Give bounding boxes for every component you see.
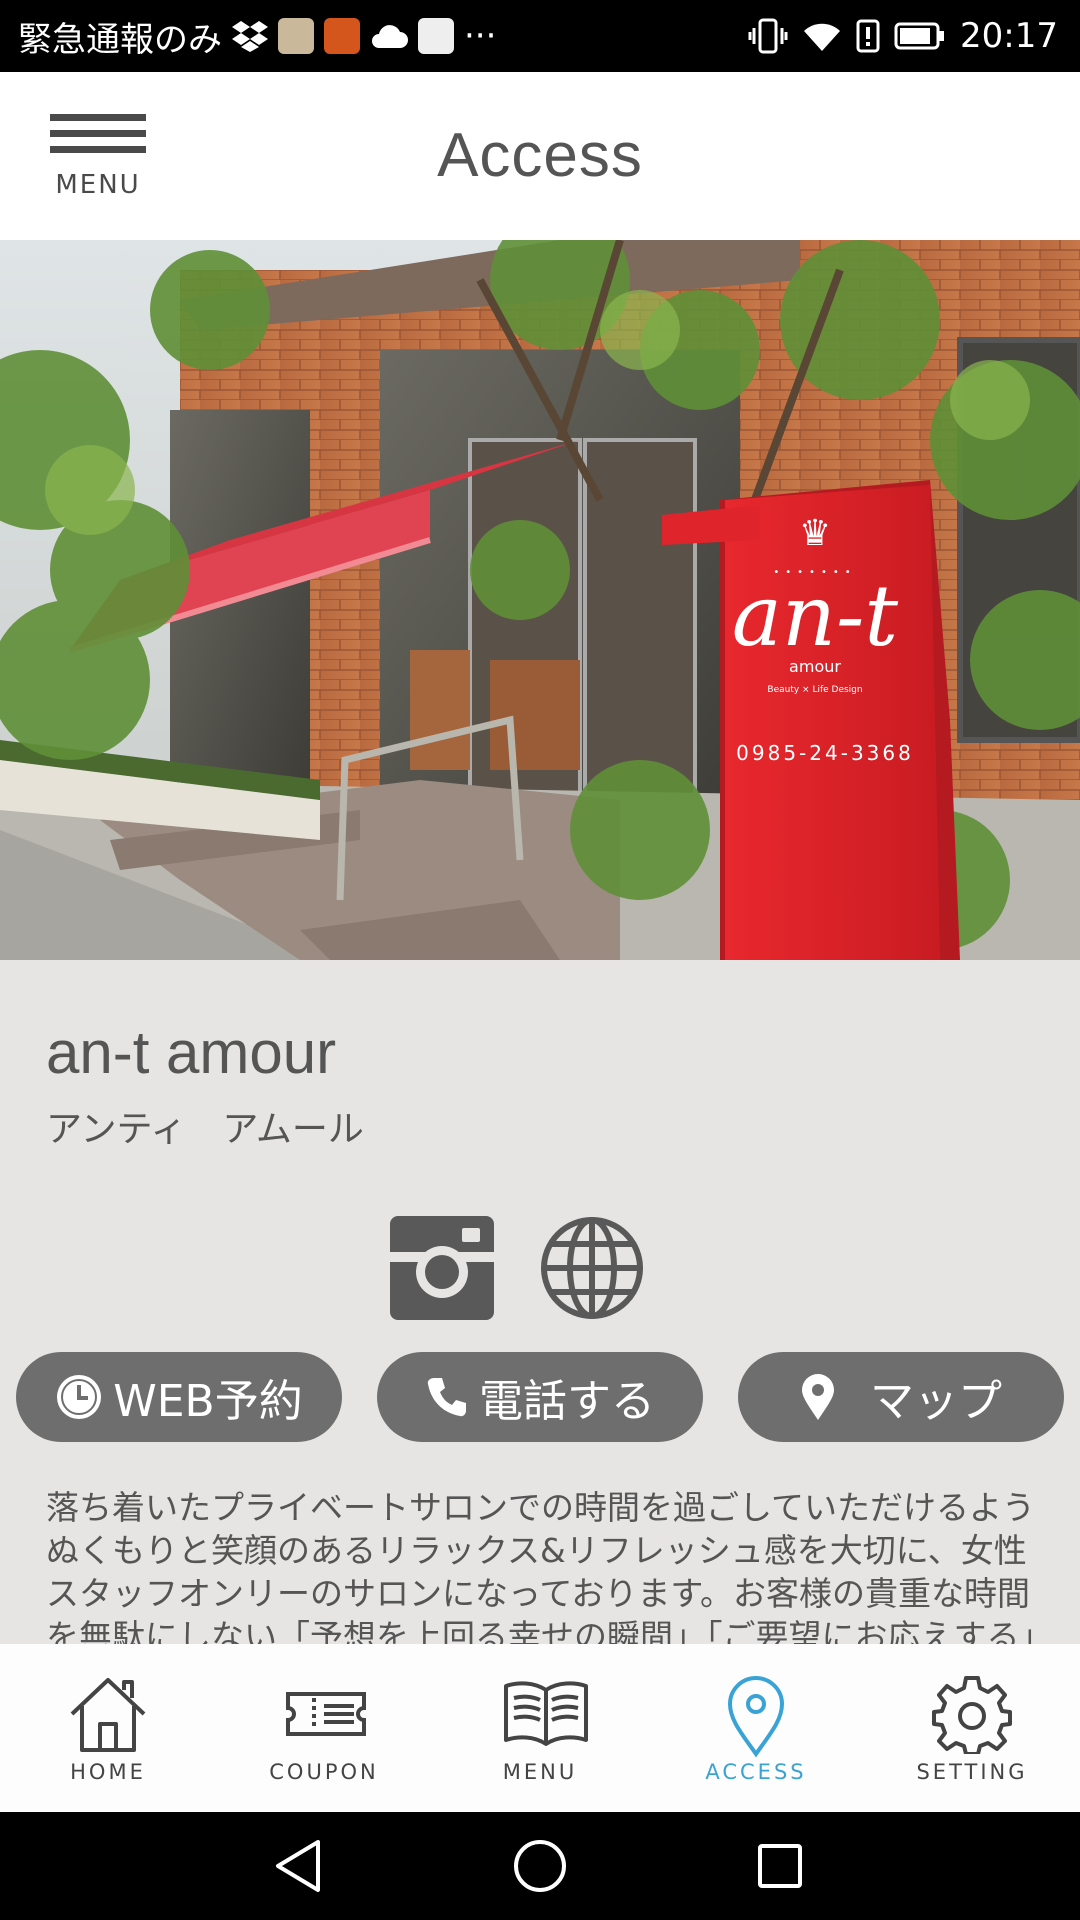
sign-brand-text: an-t <box>732 567 899 665</box>
sign-phone-text: 0985-24-3368 <box>736 741 914 765</box>
allure-app-icon <box>278 18 314 54</box>
sign-sub-text: amour <box>789 657 841 676</box>
sign-tagline-text: Beauty × Life Design <box>767 685 862 695</box>
shop-name: an-t amour <box>46 1019 337 1086</box>
shop-info-panel: an-t amour アンティ アムール WEB予約 電話する マップ 落ち着い… <box>0 960 1080 1644</box>
book-icon <box>504 1681 588 1746</box>
svg-text:♛: ♛ <box>799 513 831 554</box>
bottom-tab-bar: HOME COUPON MENU ACCESS SETTING <box>0 1644 1080 1812</box>
status-bar: 緊急通報のみ ··· 20:17 <box>0 0 1080 72</box>
salon-storefront-photo: ♛ ••••••• an-t amour Beauty × Life Desig… <box>0 240 1080 960</box>
app-header: MENU Access <box>0 72 1080 240</box>
web-reserve-label: WEB予約 <box>113 1376 303 1427</box>
tab-setting-label: SETTING <box>916 1760 1028 1784</box>
tab-home-label: HOME <box>70 1760 146 1784</box>
tab-home[interactable]: HOME <box>0 1644 216 1812</box>
lekiya-app-icon <box>418 18 454 54</box>
gear-icon <box>932 1676 1012 1754</box>
battery-icon <box>894 22 945 50</box>
home-icon <box>70 1678 146 1752</box>
wifi-icon <box>804 23 841 51</box>
coupon-icon <box>286 1692 366 1736</box>
instagram-button[interactable] <box>390 1216 494 1320</box>
tab-setting[interactable]: SETTING <box>864 1644 1080 1812</box>
website-button[interactable] <box>540 1216 644 1320</box>
recents-nav-icon[interactable] <box>748 1834 812 1898</box>
location-pin-icon <box>727 1676 785 1758</box>
home-nav-icon[interactable] <box>508 1834 572 1898</box>
tab-access[interactable]: ACCESS <box>648 1644 864 1812</box>
alert-icon <box>856 19 880 53</box>
status-bar-right: 20:17 <box>748 0 1058 72</box>
phone-icon <box>427 1378 466 1417</box>
dropbox-icon <box>232 21 268 52</box>
tab-coupon-label: COUPON <box>269 1760 379 1784</box>
shop-name-kana: アンティ アムール <box>46 1109 364 1150</box>
map-label: マップ <box>870 1376 1002 1427</box>
clock-text: 20:17 <box>960 16 1058 56</box>
map-button[interactable]: マップ <box>738 1352 1064 1442</box>
cloud-icon <box>372 25 408 48</box>
system-navigation-bar <box>0 1812 1080 1920</box>
instagram-icon <box>390 1216 494 1320</box>
web-reserve-button[interactable]: WEB予約 <box>16 1352 342 1442</box>
tab-access-label: ACCESS <box>705 1760 807 1784</box>
call-label: 電話する <box>479 1376 655 1427</box>
globe-icon <box>541 1217 643 1319</box>
action-buttons: WEB予約 電話する マップ <box>16 1352 1064 1442</box>
overflow-indicator: ··· <box>464 16 497 56</box>
status-bar-left: 緊急通報のみ ··· <box>18 0 496 72</box>
app-icon <box>324 18 360 54</box>
page-title: Access <box>437 121 643 190</box>
call-button[interactable]: 電話する <box>377 1352 703 1442</box>
tab-menu-label: MENU <box>502 1760 578 1784</box>
clock-icon <box>57 1375 102 1419</box>
vibrate-icon <box>748 18 788 54</box>
carrier-text: 緊急通報のみ <box>18 19 222 60</box>
tab-menu[interactable]: MENU <box>432 1644 648 1812</box>
back-nav-icon[interactable] <box>268 1834 332 1898</box>
tab-coupon[interactable]: COUPON <box>216 1644 432 1812</box>
shop-description: 落ち着いたプライベートサロンでの時間を過ごしていただけるようぬくもりと笑顔のある… <box>46 1488 1036 1644</box>
map-pin-icon <box>802 1374 834 1420</box>
